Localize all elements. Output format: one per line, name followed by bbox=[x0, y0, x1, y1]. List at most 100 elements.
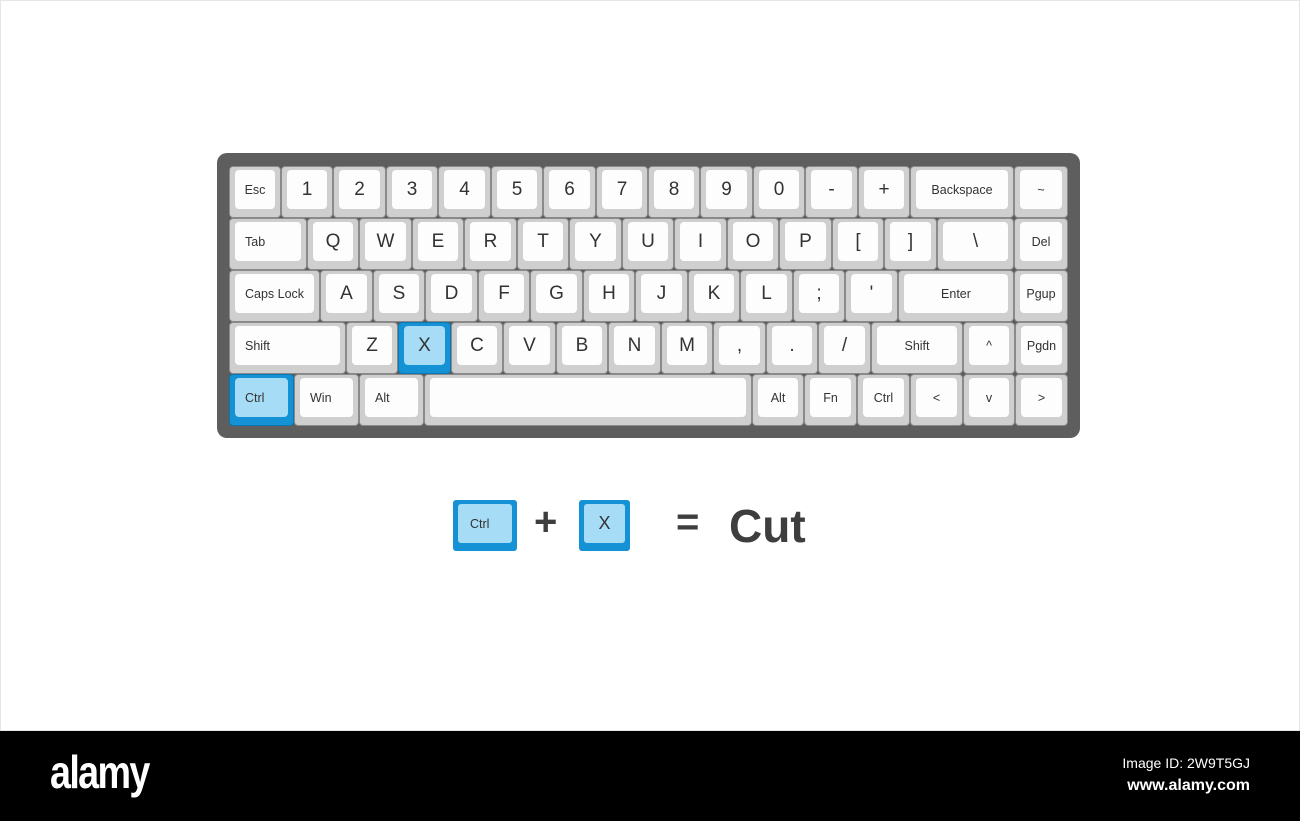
key-symbol-3-12[interactable]: ^ bbox=[963, 322, 1015, 374]
key-f[interactable]: F bbox=[478, 270, 530, 322]
key-c[interactable]: C bbox=[451, 322, 503, 374]
key-label: Shift bbox=[235, 326, 340, 365]
key-enter[interactable]: Enter bbox=[898, 270, 1014, 322]
shortcut-key-x-label: X bbox=[584, 504, 625, 543]
key-0[interactable]: 0 bbox=[753, 166, 805, 218]
key-2[interactable]: 2 bbox=[333, 166, 386, 218]
key-shift[interactable]: Shift bbox=[229, 322, 346, 374]
key-y[interactable]: Y bbox=[569, 218, 622, 270]
key-label: . bbox=[772, 326, 812, 365]
key-symbol-4-9[interactable]: > bbox=[1015, 374, 1068, 426]
equals-sign: = bbox=[676, 500, 700, 544]
key-label: S bbox=[379, 274, 419, 313]
plus-sign: + bbox=[534, 500, 558, 544]
key-e[interactable]: E bbox=[412, 218, 464, 270]
key-label: M bbox=[667, 326, 707, 365]
key-symbol-0-12[interactable]: + bbox=[858, 166, 910, 218]
key-label: 5 bbox=[497, 170, 537, 209]
key-j[interactable]: J bbox=[635, 270, 688, 322]
key-label: Z bbox=[352, 326, 392, 365]
key-pgdn[interactable]: Pgdn bbox=[1015, 322, 1068, 374]
key-label: Ctrl bbox=[235, 378, 288, 417]
key-symbol-0-11[interactable]: - bbox=[805, 166, 858, 218]
key-label: Del bbox=[1020, 222, 1062, 261]
key-q[interactable]: Q bbox=[307, 218, 359, 270]
key-z[interactable]: Z bbox=[346, 322, 398, 374]
key-label: Backspace bbox=[916, 170, 1008, 209]
key-caps-lock[interactable]: Caps Lock bbox=[229, 270, 320, 322]
key-shift[interactable]: Shift bbox=[871, 322, 963, 374]
key-label: + bbox=[864, 170, 904, 209]
key-5[interactable]: 5 bbox=[491, 166, 543, 218]
key-fn[interactable]: Fn bbox=[804, 374, 857, 426]
key-label: Ctrl bbox=[863, 378, 904, 417]
key-v[interactable]: v bbox=[963, 374, 1015, 426]
key-h[interactable]: H bbox=[583, 270, 635, 322]
key-alt[interactable]: Alt bbox=[359, 374, 424, 426]
key-label: ~ bbox=[1020, 170, 1062, 209]
key-b[interactable]: B bbox=[556, 322, 608, 374]
key-v[interactable]: V bbox=[503, 322, 556, 374]
key-del[interactable]: Del bbox=[1014, 218, 1068, 270]
key-o[interactable]: O bbox=[727, 218, 779, 270]
key-backspace[interactable]: Backspace bbox=[910, 166, 1014, 218]
key-r[interactable]: R bbox=[464, 218, 517, 270]
key-ctrl[interactable]: Ctrl bbox=[229, 374, 294, 426]
key-p[interactable]: P bbox=[779, 218, 832, 270]
key-ctrl[interactable]: Ctrl bbox=[857, 374, 910, 426]
key-x[interactable]: X bbox=[398, 322, 451, 374]
key-symbol-1-12[interactable]: ] bbox=[884, 218, 937, 270]
key-tab[interactable]: Tab bbox=[229, 218, 307, 270]
key-t[interactable]: T bbox=[517, 218, 569, 270]
key-symbol-2-11[interactable]: ' bbox=[845, 270, 898, 322]
key-pgup[interactable]: Pgup bbox=[1014, 270, 1068, 322]
key-label: Win bbox=[300, 378, 353, 417]
key-symbol-3-8[interactable]: , bbox=[713, 322, 766, 374]
key-i[interactable]: I bbox=[674, 218, 727, 270]
key-label: 0 bbox=[759, 170, 799, 209]
key-1[interactable]: 1 bbox=[281, 166, 333, 218]
key-m[interactable]: M bbox=[661, 322, 713, 374]
key-symbol-3-9[interactable]: . bbox=[766, 322, 818, 374]
key-win[interactable]: Win bbox=[294, 374, 359, 426]
key-symbol-0-14[interactable]: ~ bbox=[1014, 166, 1068, 218]
key-u[interactable]: U bbox=[622, 218, 674, 270]
key-9[interactable]: 9 bbox=[700, 166, 753, 218]
key-6[interactable]: 6 bbox=[543, 166, 596, 218]
key-label: E bbox=[418, 222, 458, 261]
key-alt[interactable]: Alt bbox=[752, 374, 804, 426]
key-symbol-4-7[interactable]: < bbox=[910, 374, 963, 426]
key-label: \ bbox=[943, 222, 1008, 261]
key-g[interactable]: G bbox=[530, 270, 583, 322]
key-label: Shift bbox=[877, 326, 957, 365]
key-symbol-3-10[interactable]: / bbox=[818, 322, 871, 374]
key-4[interactable]: 4 bbox=[438, 166, 491, 218]
key-symbol-1-13[interactable]: \ bbox=[937, 218, 1014, 270]
site-url: www.alamy.com bbox=[1127, 777, 1250, 794]
key-a[interactable]: A bbox=[320, 270, 373, 322]
key-label: 4 bbox=[444, 170, 485, 209]
key-3[interactable]: 3 bbox=[386, 166, 438, 218]
key-label: 2 bbox=[339, 170, 380, 209]
key-label: ^ bbox=[969, 326, 1009, 365]
key-label: T bbox=[523, 222, 563, 261]
key-label: > bbox=[1021, 378, 1062, 417]
key-k[interactable]: K bbox=[688, 270, 740, 322]
key-space[interactable] bbox=[424, 374, 752, 426]
key-l[interactable]: L bbox=[740, 270, 793, 322]
key-8[interactable]: 8 bbox=[648, 166, 700, 218]
key-n[interactable]: N bbox=[608, 322, 661, 374]
key-label: ; bbox=[799, 274, 839, 313]
key-s[interactable]: S bbox=[373, 270, 425, 322]
key-label: X bbox=[404, 326, 445, 365]
key-label: Enter bbox=[904, 274, 1008, 313]
key-label: ] bbox=[890, 222, 931, 261]
key-w[interactable]: W bbox=[359, 218, 412, 270]
shortcut-key-ctrl: Ctrl bbox=[453, 500, 517, 551]
key-label: A bbox=[326, 274, 367, 313]
key-symbol-1-11[interactable]: [ bbox=[832, 218, 884, 270]
key-symbol-2-10[interactable]: ; bbox=[793, 270, 845, 322]
key-d[interactable]: D bbox=[425, 270, 478, 322]
key-esc[interactable]: Esc bbox=[229, 166, 281, 218]
key-7[interactable]: 7 bbox=[596, 166, 648, 218]
